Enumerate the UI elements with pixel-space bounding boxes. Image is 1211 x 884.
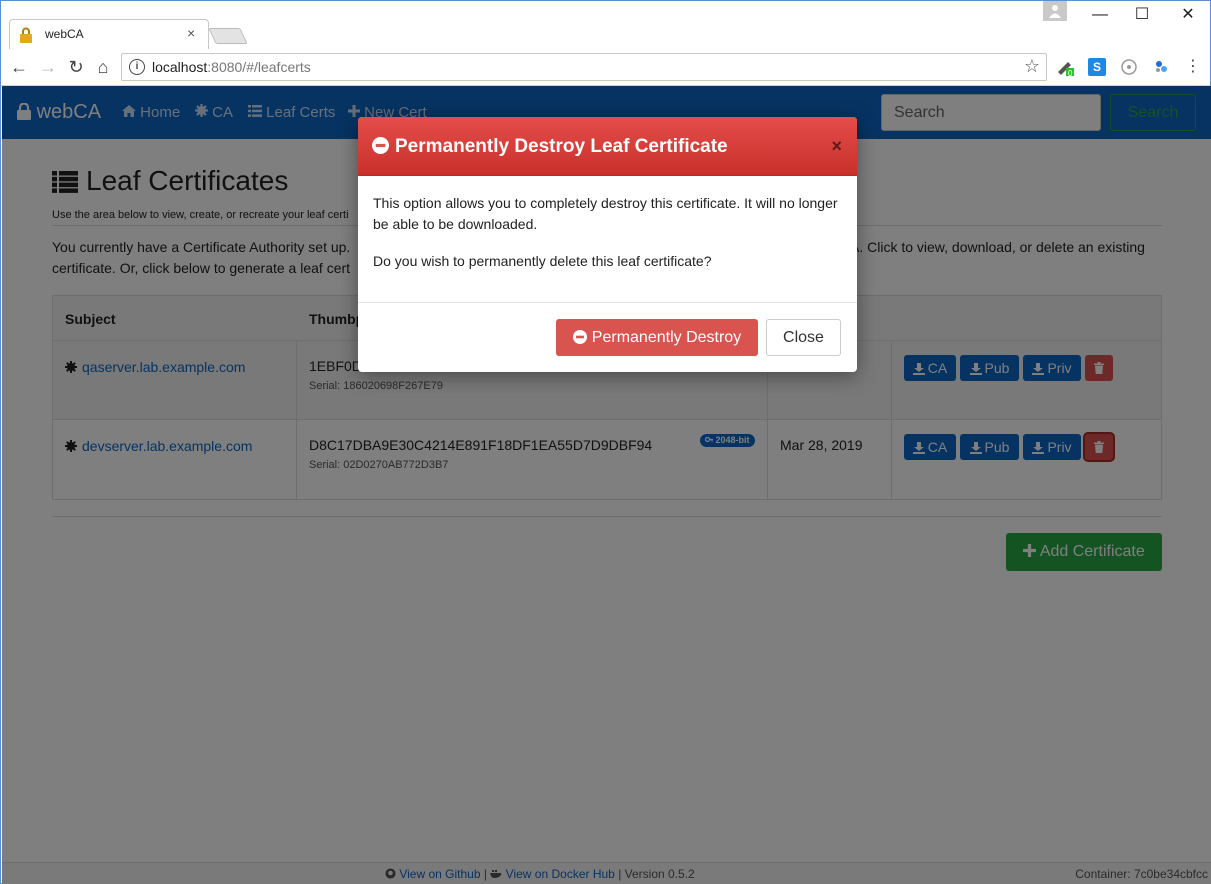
browser-tab[interactable] [9,19,209,49]
modal-footer: Permanently Destroy Close [358,302,857,372]
modal-body: This option allows you to completely des… [373,193,843,272]
browser-toolbar: ← → ↻ ⌂ i localhost:8080/#/leafcerts ☆ 0… [1,49,1210,86]
menu-kebab-icon[interactable]: ⋮ [1182,56,1204,78]
window-close-button[interactable]: ✕ [1178,5,1198,25]
bookmark-star-icon[interactable]: ☆ [1024,56,1040,77]
profile-button[interactable] [1043,1,1067,21]
extension-dots-icon[interactable] [1152,58,1170,76]
extension-pen-icon[interactable]: 0 [1056,58,1074,76]
extension-s-icon[interactable]: S [1088,58,1106,76]
url-text[interactable]: localhost:8080/#/leafcerts [152,59,311,75]
permanently-destroy-button[interactable]: Permanently Destroy [556,319,758,356]
modal-message: This option allows you to completely des… [373,195,838,232]
tab-close-icon[interactable]: × [187,25,195,41]
lock-icon [20,27,32,43]
info-icon[interactable]: i [129,59,145,75]
back-icon[interactable]: ← [8,56,30,78]
person-icon [1049,5,1061,18]
svg-text:0: 0 [1068,69,1073,76]
modal-header: Permanently Destroy Leaf Certificate × [358,117,857,176]
extension-circle-icon[interactable] [1120,58,1138,76]
maximize-button[interactable]: ☐ [1132,5,1152,25]
destroy-certificate-modal: Permanently Destroy Leaf Certificate × T… [358,117,857,372]
browser-window: webCA × — ☐ ✕ ← → ↻ ⌂ i localhost:8080/#… [0,0,1211,884]
reload-icon[interactable]: ↻ [65,56,87,78]
modal-title: Permanently Destroy Leaf Certificate [372,136,728,158]
new-tab-button[interactable] [208,28,248,44]
minus-circle-icon [372,137,389,154]
title-bar: webCA × — ☐ ✕ [1,1,1210,49]
modal-question: Do you wish to permanently delete this l… [373,253,712,269]
forward-icon[interactable]: → [37,56,59,78]
modal-close-icon[interactable]: × [831,136,842,157]
home-icon[interactable]: ⌂ [92,56,114,78]
web-page: webCA Home CA Leaf Certs New Cert Search [2,86,1211,884]
close-button[interactable]: Close [766,319,841,356]
address-bar[interactable]: i localhost:8080/#/leafcerts ☆ [121,53,1047,81]
minimize-button[interactable]: — [1090,5,1110,25]
tab-title: webCA [45,27,84,41]
minus-circle-icon [572,330,587,344]
